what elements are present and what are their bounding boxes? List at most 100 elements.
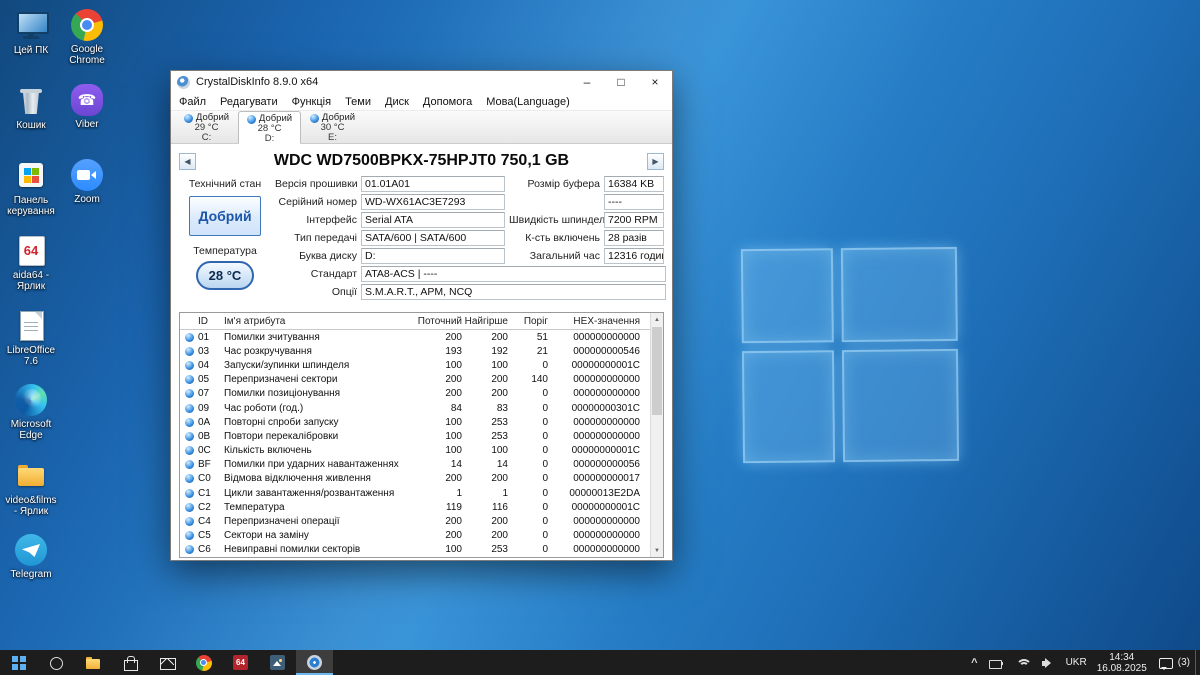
computer-icon	[14, 9, 48, 42]
health-dot-icon	[185, 474, 194, 483]
health-dot-icon	[185, 446, 194, 455]
desktop-icon-bin[interactable]: Кошик	[2, 81, 60, 156]
search-icon	[47, 654, 65, 672]
tray-batt[interactable]	[983, 650, 1009, 675]
window-titlebar[interactable]: CrystalDiskInfo 8.9.0 x64 – □ ×	[171, 71, 672, 93]
health-dot-icon	[185, 517, 194, 526]
tray-wifi[interactable]	[1009, 650, 1035, 675]
desktop-icon-viber[interactable]: Viber	[60, 81, 114, 156]
health-dot-icon	[185, 375, 194, 384]
menu-item-2[interactable]: Функція	[285, 94, 338, 110]
taskbar-cdi-button[interactable]	[296, 650, 333, 675]
smart-row: C4Перепризначені операції200200000000000…	[180, 514, 663, 528]
smart-scrollbar[interactable]: ▲ ▼	[650, 313, 663, 557]
health-dot-icon	[185, 432, 194, 441]
edge-icon	[15, 384, 47, 416]
health-dot-icon	[185, 531, 194, 540]
menu-item-3[interactable]: Теми	[338, 94, 378, 110]
field-value: WD-WX61AC3E7293	[361, 194, 505, 210]
system-tray: ^ UKR 14:34 16.08.2025 (3)	[966, 650, 1200, 675]
desktop-icon-aida[interactable]: aida64 - Ярлик	[2, 231, 60, 306]
drive-letter-label: D:	[239, 134, 300, 144]
taskbar-store-button[interactable]	[111, 650, 148, 675]
menu-item-0[interactable]: Файл	[172, 94, 213, 110]
field-row: Версія прошивки01.01A01	[275, 175, 507, 193]
desktop-icon-label: LibreOffice 7.6	[3, 345, 59, 367]
app-icon	[177, 76, 190, 89]
crystaldiskinfo-icon	[307, 655, 322, 670]
menu-item-6[interactable]: Мова(Language)	[479, 94, 577, 110]
desktop-icon-edge[interactable]: Microsoft Edge	[2, 381, 60, 456]
minimize-button[interactable]: –	[570, 71, 604, 93]
aida64-icon	[233, 655, 248, 670]
field-label: Серійний номер	[275, 196, 361, 208]
field-row: ----	[509, 193, 666, 211]
scroll-down-icon[interactable]: ▼	[651, 544, 663, 557]
health-dot-icon	[185, 347, 194, 356]
smart-head: IDІм'я атрибутаПоточнийНайгіршеПорігHEX-…	[180, 313, 663, 330]
desktop-icon-thispc[interactable]: Цей ПК	[2, 6, 60, 81]
desktop-icon-panel[interactable]: Панель керування	[2, 156, 60, 231]
menu-item-1[interactable]: Редагувати	[213, 94, 285, 110]
field-value: ATA8-ACS | ----	[361, 266, 666, 282]
health-dot-icon	[185, 404, 194, 413]
taskbar-explorer-button[interactable]	[74, 650, 111, 675]
next-disk-button[interactable]: ▶	[647, 153, 664, 170]
field-value: 01.01A01	[361, 176, 505, 192]
health-dot-icon	[185, 361, 194, 370]
field-row: СтандартATA8-ACS | ----	[275, 265, 666, 283]
notification-icon	[1157, 655, 1173, 671]
taskbar-chrome-button[interactable]	[185, 650, 222, 675]
smart-row: 01Помилки зчитування20020051000000000000	[180, 330, 663, 344]
prev-disk-button[interactable]: ◀	[179, 153, 196, 170]
taskbar-search-button[interactable]	[37, 650, 74, 675]
desktop-icon-telegram[interactable]: Telegram	[2, 531, 60, 606]
drive-tab-E[interactable]: Добрий30 °CE:	[301, 111, 364, 143]
desktop-icon-libre[interactable]: LibreOffice 7.6	[2, 306, 60, 381]
maximize-button[interactable]: □	[604, 71, 638, 93]
taskbar-aida-button[interactable]	[222, 650, 259, 675]
hidden-icons-chevron[interactable]: ^	[966, 650, 982, 675]
field-value: S.M.A.R.T., APM, NCQ	[361, 284, 666, 300]
fields-left: Версія прошивки01.01A01 Серійний номерWD-…	[275, 175, 507, 265]
field-label: Швидкість шпинделя	[509, 214, 604, 226]
desktop-icon-label: Viber	[75, 119, 98, 130]
desktop-icon-chrome[interactable]: Google Chrome	[60, 6, 114, 81]
field-label: Стандарт	[275, 268, 361, 280]
health-status-button[interactable]: Добрий	[189, 196, 261, 236]
scrollbar-thumb[interactable]	[652, 327, 662, 415]
aida64-icon	[14, 234, 48, 267]
menu-item-4[interactable]: Диск	[378, 94, 416, 110]
drive-tab-C[interactable]: Добрий29 °CC:	[175, 111, 238, 143]
drive-tab-D[interactable]: Добрий28 °CD:	[238, 111, 301, 144]
menu-item-5[interactable]: Допомога	[416, 94, 479, 110]
taskbar-mail-button[interactable]	[148, 650, 185, 675]
desktop-icon-videofilms[interactable]: video&films - Ярлик	[2, 456, 60, 531]
health-dot-icon	[310, 114, 319, 123]
taskbar-photos-button[interactable]	[259, 650, 296, 675]
desktop-icons-col1: Цей ПК Кошик Панель керування aida64 - Ярли…	[2, 6, 60, 606]
smart-col-hex: HEX-значення	[548, 316, 644, 327]
tray-vol[interactable]	[1035, 650, 1061, 675]
desktop-icon-zoom[interactable]: Zoom	[60, 156, 114, 231]
drive-letter-label: E:	[301, 133, 364, 143]
action-center-button[interactable]	[1152, 650, 1178, 675]
smart-row: 09Час роботи (год.)8483000000000301C	[180, 401, 663, 415]
show-desktop-button[interactable]	[1195, 650, 1200, 675]
health-dot-icon	[185, 545, 194, 554]
clock[interactable]: 14:34 16.08.2025	[1092, 650, 1152, 675]
health-dot-icon	[185, 418, 194, 427]
battery-icon	[988, 655, 1004, 671]
close-button[interactable]: ×	[638, 71, 672, 93]
scroll-up-icon[interactable]: ▲	[651, 313, 663, 326]
temperature-button[interactable]: 28 °C	[196, 261, 254, 290]
field-value: 16384 KB	[604, 176, 664, 192]
desktop-icon-label: Панель керування	[3, 195, 59, 217]
folder-icon	[14, 459, 48, 492]
smart-row: C5Сектори на заміну2002000000000000000	[180, 529, 663, 543]
disk-model-title: WDC WD7500BPKX-75HPJT0 750,1 GB	[196, 152, 647, 170]
language-indicator[interactable]: UKR	[1061, 650, 1092, 675]
taskbar-start-button[interactable]	[0, 650, 37, 675]
desktop-icon-label: Цей ПК	[14, 45, 48, 56]
field-row: Загальний час12316 годин	[509, 247, 666, 265]
